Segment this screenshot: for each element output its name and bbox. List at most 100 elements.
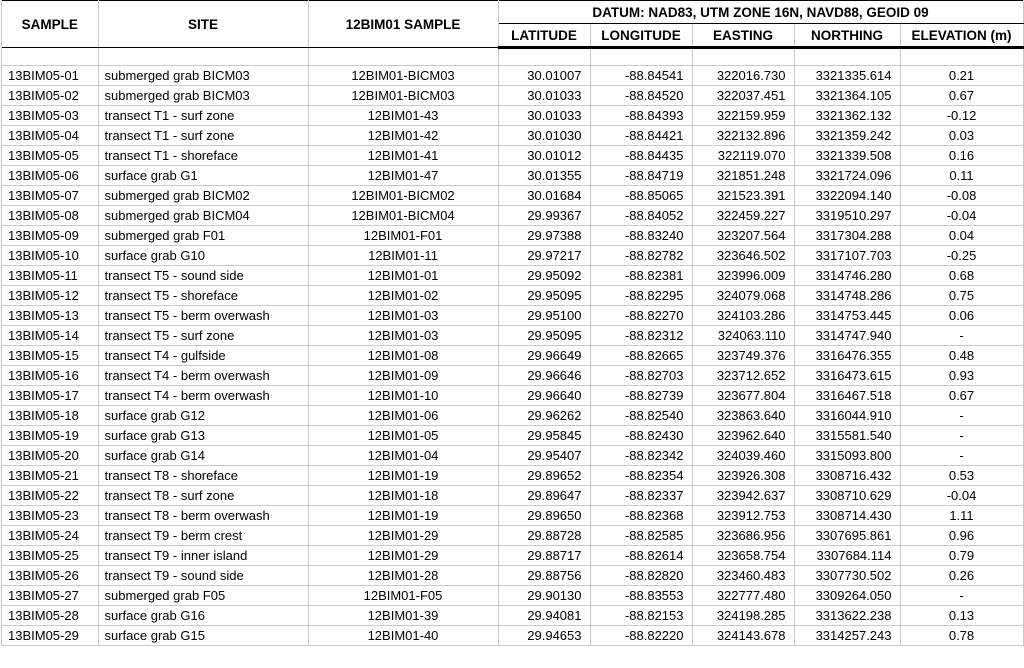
- cell-longitude: -88.84052: [590, 206, 692, 226]
- cell-northing: 3321362.132: [794, 106, 900, 126]
- cell-elevation: 0.68: [900, 266, 1023, 286]
- cell-longitude: -88.85065: [590, 186, 692, 206]
- cell-easting: 324079.068: [692, 286, 794, 306]
- data-table-wrapper: SAMPLE SITE 12BIM01 SAMPLE DATUM: NAD83,…: [1, 0, 1023, 646]
- cell-longitude: -88.82820: [590, 566, 692, 586]
- table-row: 13BIM05-18surface grab G1212BIM01-0629.9…: [2, 406, 1023, 426]
- cell-northing: 3307684.114: [794, 546, 900, 566]
- table-row: 13BIM05-04transect T1 - surf zone12BIM01…: [2, 126, 1023, 146]
- cell-latitude: 29.89652: [498, 466, 590, 486]
- table-body: 13BIM05-01submerged grab BICM0312BIM01-B…: [2, 48, 1023, 646]
- cell-elevation: -0.04: [900, 486, 1023, 506]
- cell-northing: 3322094.140: [794, 186, 900, 206]
- cell-sample: 13BIM05-11: [2, 266, 98, 286]
- cell-longitude: -88.82782: [590, 246, 692, 266]
- table-row: 13BIM05-28surface grab G1612BIM01-3929.9…: [2, 606, 1023, 626]
- cell-elevation: 0.48: [900, 346, 1023, 366]
- cell-site: transect T4 - berm overwash: [98, 366, 308, 386]
- cell-latitude: 29.89650: [498, 506, 590, 526]
- cell-longitude: -88.82739: [590, 386, 692, 406]
- cell-elevation: 0.03: [900, 126, 1023, 146]
- cell-sample: 13BIM05-26: [2, 566, 98, 586]
- cell-easting: 323460.483: [692, 566, 794, 586]
- cell-bim-sample: 12BIM01-10: [308, 386, 498, 406]
- cell-bim-sample: 12BIM01-BICM02: [308, 186, 498, 206]
- cell-longitude: -88.83240: [590, 226, 692, 246]
- cell-bim-sample: 12BIM01-BICM03: [308, 86, 498, 106]
- cell-elevation: -0.08: [900, 186, 1023, 206]
- cell-bim-sample: 12BIM01-19: [308, 506, 498, 526]
- cell-easting: 323926.308: [692, 466, 794, 486]
- cell-site: surface grab G12: [98, 406, 308, 426]
- cell-northing: 3309264.050: [794, 586, 900, 606]
- cell-northing: 3308710.629: [794, 486, 900, 506]
- cell-northing: 3313622.238: [794, 606, 900, 626]
- cell-elevation: 0.67: [900, 86, 1023, 106]
- cell-longitude: -88.84393: [590, 106, 692, 126]
- cell-easting: 323962.640: [692, 426, 794, 446]
- cell-easting: 323207.564: [692, 226, 794, 246]
- cell-sample: 13BIM05-21: [2, 466, 98, 486]
- cell-easting: 322119.070: [692, 146, 794, 166]
- cell-longitude: -88.84435: [590, 146, 692, 166]
- cell-northing: 3316467.518: [794, 386, 900, 406]
- cell-bim-sample: 12BIM01-40: [308, 626, 498, 646]
- cell-longitude: -88.82270: [590, 306, 692, 326]
- cell-elevation: 0.16: [900, 146, 1023, 166]
- cell-easting: 324103.286: [692, 306, 794, 326]
- cell-sample: 13BIM05-28: [2, 606, 98, 626]
- col-elevation-header: ELEVATION (m): [900, 24, 1023, 48]
- cell-easting: 323712.652: [692, 366, 794, 386]
- cell-sample: 13BIM05-29: [2, 626, 98, 646]
- cell-northing: 3316473.615: [794, 366, 900, 386]
- table-row: 13BIM05-09submerged grab F0112BIM01-F012…: [2, 226, 1023, 246]
- cell-sample: 13BIM05-27: [2, 586, 98, 606]
- table-row: 13BIM05-02submerged grab BICM0312BIM01-B…: [2, 86, 1023, 106]
- cell-longitude: -88.82337: [590, 486, 692, 506]
- cell-northing: 3314746.280: [794, 266, 900, 286]
- datum-group-header: DATUM: NAD83, UTM ZONE 16N, NAVD88, GEOI…: [498, 1, 1023, 24]
- cell-bim-sample: 12BIM01-BICM03: [308, 66, 498, 86]
- cell-site: transect T1 - surf zone: [98, 126, 308, 146]
- cell-easting: 322459.227: [692, 206, 794, 226]
- cell-northing: 3314748.286: [794, 286, 900, 306]
- cell-latitude: 29.88728: [498, 526, 590, 546]
- cell-easting: 324143.678: [692, 626, 794, 646]
- cell-site: transect T5 - berm overwash: [98, 306, 308, 326]
- cell-longitude: -88.82368: [590, 506, 692, 526]
- cell-elevation: -0.04: [900, 206, 1023, 226]
- cell-longitude: -88.82312: [590, 326, 692, 346]
- table-header: SAMPLE SITE 12BIM01 SAMPLE DATUM: NAD83,…: [2, 1, 1023, 48]
- cell-easting: 322159.959: [692, 106, 794, 126]
- cell-site: transect T9 - berm crest: [98, 526, 308, 546]
- cell-sample: 13BIM05-18: [2, 406, 98, 426]
- col-latitude-header: LATITUDE: [498, 24, 590, 48]
- cell-latitude: 29.95845: [498, 426, 590, 446]
- cell-longitude: -88.82614: [590, 546, 692, 566]
- cell-northing: 3316044.910: [794, 406, 900, 426]
- cell-site: surface grab G10: [98, 246, 308, 266]
- cell-bim-sample: 12BIM01-42: [308, 126, 498, 146]
- cell-bim-sample: 12BIM01-03: [308, 306, 498, 326]
- cell-sample: 13BIM05-01: [2, 66, 98, 86]
- cell-sample: 13BIM05-08: [2, 206, 98, 226]
- cell-elevation: 0.04: [900, 226, 1023, 246]
- cell-easting: 323646.502: [692, 246, 794, 266]
- cell-bim-sample: 12BIM01-28: [308, 566, 498, 586]
- cell-longitude: -88.82381: [590, 266, 692, 286]
- cell-longitude: -88.82295: [590, 286, 692, 306]
- table-row: 13BIM05-17transect T4 - berm overwash12B…: [2, 386, 1023, 406]
- cell-bim-sample: 12BIM01-04: [308, 446, 498, 466]
- cell-northing: 3321339.508: [794, 146, 900, 166]
- cell-longitude: -88.82430: [590, 426, 692, 446]
- cell-sample: 13BIM05-09: [2, 226, 98, 246]
- cell-northing: 3315581.540: [794, 426, 900, 446]
- cell-site: submerged grab BICM04: [98, 206, 308, 226]
- cell-sample: 13BIM05-13: [2, 306, 98, 326]
- cell-longitude: -88.84719: [590, 166, 692, 186]
- cell-latitude: 29.94081: [498, 606, 590, 626]
- cell-latitude: 29.95092: [498, 266, 590, 286]
- table-row: 13BIM05-07submerged grab BICM0212BIM01-B…: [2, 186, 1023, 206]
- table-row: 13BIM05-23transect T8 - berm overwash12B…: [2, 506, 1023, 526]
- cell-latitude: 30.01033: [498, 106, 590, 126]
